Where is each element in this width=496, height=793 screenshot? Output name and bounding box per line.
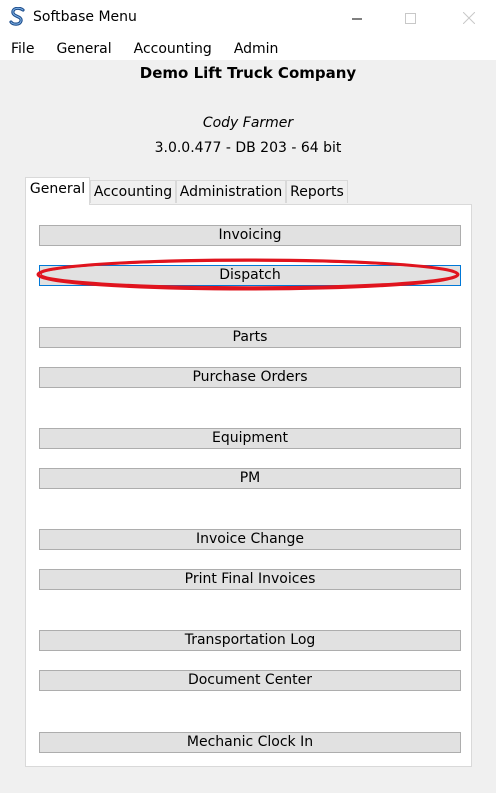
tab-accounting-label: Accounting	[93, 184, 173, 200]
invoice-change-button[interactable]: Invoice Change	[39, 529, 461, 550]
tab-administration[interactable]: Administration	[176, 180, 286, 203]
tab-general-label: General	[29, 181, 86, 197]
tab-administration-label: Administration	[179, 184, 283, 200]
maximize-button[interactable]	[387, 0, 433, 36]
parts-button[interactable]: Parts	[39, 327, 461, 348]
version-info: 3.0.0.477 - DB 203 - 64 bit	[154, 140, 342, 156]
equipment-button[interactable]: Equipment	[39, 428, 461, 449]
document-center-button[interactable]: Document Center	[39, 670, 461, 691]
tab-reports-label: Reports	[290, 184, 344, 200]
tab-reports[interactable]: Reports	[286, 180, 348, 203]
company-name: Demo Lift Truck Company	[139, 64, 357, 82]
purchase-orders-button[interactable]: Purchase Orders	[39, 367, 461, 388]
minimize-button[interactable]	[334, 0, 380, 36]
title-bar[interactable]: Softbase Menu	[0, 0, 496, 36]
close-icon	[463, 12, 475, 24]
dispatch-button[interactable]: Dispatch	[39, 265, 461, 286]
print-final-invoices-button[interactable]: Print Final Invoices	[39, 569, 461, 590]
menu-general[interactable]: General	[45, 36, 122, 60]
maximize-icon	[404, 12, 416, 24]
softbase-logo-icon	[9, 7, 25, 26]
user-name: Cody Farmer	[202, 115, 294, 131]
menu-accounting[interactable]: Accounting	[123, 36, 223, 60]
close-button[interactable]	[446, 0, 492, 36]
general-tab-panel: Invoicing Dispatch Parts Purchase Orders…	[25, 204, 472, 767]
softbase-menu-window: Softbase Menu File General Accounting Ad…	[0, 0, 496, 793]
transportation-log-button[interactable]: Transportation Log	[39, 630, 461, 651]
invoicing-button[interactable]: Invoicing	[39, 225, 461, 246]
menu-bar: File General Accounting Admin	[0, 36, 496, 60]
menu-file[interactable]: File	[0, 36, 45, 60]
pm-button[interactable]: PM	[39, 468, 461, 489]
menu-admin[interactable]: Admin	[223, 36, 290, 60]
minimize-icon	[351, 18, 362, 19]
mechanic-clock-in-button[interactable]: Mechanic Clock In	[39, 732, 461, 753]
tab-accounting[interactable]: Accounting	[90, 180, 176, 203]
tab-general[interactable]: General	[25, 177, 90, 205]
window-title: Softbase Menu	[33, 9, 137, 25]
